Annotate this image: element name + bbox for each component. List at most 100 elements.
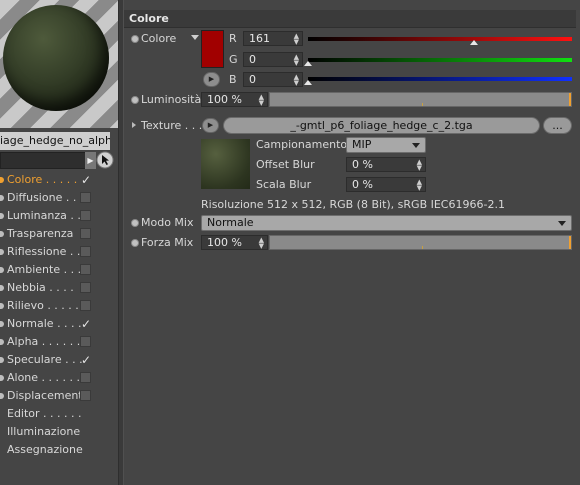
b-slider-knob[interactable] <box>304 80 312 85</box>
mix-mode-value: Normale <box>207 216 254 229</box>
sampling-value: MIP <box>352 138 372 151</box>
mix-mode-dropdown[interactable]: Normale <box>201 215 572 231</box>
channel-item[interactable]: Alpha . . . . . . <box>0 333 116 351</box>
play-arrow-icon[interactable]: ▶ <box>85 152 96 169</box>
mix-mode-keyframe-icon[interactable] <box>131 219 139 227</box>
scale-spinner-icon[interactable]: ▲ ▼ <box>417 179 422 192</box>
g-spinner-icon[interactable]: ▲ ▼ <box>294 54 299 67</box>
lum-input[interactable]: 100 % ▲ ▼ <box>201 92 268 107</box>
channel-checkbox[interactable] <box>80 300 91 311</box>
channel-label: Displacement <box>7 389 83 402</box>
channel-checkbox[interactable] <box>80 282 91 293</box>
channel-bullet-icon <box>0 375 4 381</box>
channel-item[interactable]: Colore . . . . . ✓ <box>0 171 116 189</box>
offset-blur-label: Offset Blur <box>256 158 315 171</box>
lum-label: Luminosità <box>141 93 202 106</box>
sampling-dropdown[interactable]: MIP <box>346 137 426 153</box>
channel-item[interactable]: Diffusione . . <box>0 189 116 207</box>
mix-strength-input[interactable]: 100 % ▲ ▼ <box>201 235 268 250</box>
chevron-down-icon <box>412 143 420 148</box>
color-play-button[interactable]: ▶ <box>203 72 220 87</box>
channel-checkbox[interactable]: ✓ <box>80 315 92 333</box>
texture-expand-icon[interactable] <box>132 122 136 128</box>
offset-blur-input[interactable]: 0 % ▲ ▼ <box>346 157 426 172</box>
mix-strength-spinner-icon[interactable]: ▲ ▼ <box>259 237 264 250</box>
channel-item[interactable]: Speculare . . . ✓ <box>0 351 116 369</box>
channel-bullet-icon <box>0 303 4 309</box>
color-swatch[interactable] <box>201 30 224 68</box>
channel-checkbox[interactable] <box>80 210 91 221</box>
channel-checkbox[interactable]: ✓ <box>80 171 92 189</box>
scale-blur-input[interactable]: 0 % ▲ ▼ <box>346 177 426 192</box>
g-value: 0 <box>249 53 256 66</box>
pick-cursor-icon[interactable] <box>96 151 114 169</box>
b-input[interactable]: 0 ▲ ▼ <box>243 72 303 87</box>
texture-browse-button[interactable]: ... <box>543 117 572 134</box>
r-slider[interactable] <box>308 37 572 41</box>
channel-bullet-icon <box>0 339 4 345</box>
channel-checkbox[interactable] <box>80 192 91 203</box>
panel-divider[interactable] <box>118 0 124 485</box>
channel-label: Speculare . . . <box>7 353 83 366</box>
b-slider[interactable] <box>308 77 572 81</box>
mix-strength-slider[interactable] <box>269 235 572 250</box>
g-input[interactable]: 0 ▲ ▼ <box>243 52 303 67</box>
channel-bullet-icon <box>0 267 4 273</box>
mix-strength-keyframe-icon[interactable] <box>131 239 139 247</box>
lum-value: 100 % <box>207 93 242 106</box>
channel-item[interactable]: Luminanza . . <box>0 207 116 225</box>
channel-checkbox[interactable] <box>80 228 91 239</box>
channel-item[interactable]: Displacement <box>0 387 116 405</box>
channel-item[interactable]: Ambiente . . . <box>0 261 116 279</box>
channel-item[interactable]: Normale . . . . ✓ <box>0 315 116 333</box>
lum-slider[interactable] <box>269 92 572 107</box>
mix-strength-value: 100 % <box>207 236 242 249</box>
lum-keyframe-icon[interactable] <box>131 96 139 104</box>
channel-item[interactable]: Trasparenza <box>0 225 116 243</box>
channel-checkbox[interactable]: ✓ <box>80 351 92 369</box>
material-name[interactable]: iage_hedge_no_alpha <box>0 132 110 150</box>
section-header: Colore <box>124 10 576 28</box>
r-label: R <box>229 32 237 45</box>
panel-menu-item[interactable]: Assegnazione <box>7 441 83 459</box>
texture-play-button[interactable]: ▶ <box>202 118 219 133</box>
color-expand-icon[interactable] <box>191 35 199 40</box>
g-slider-knob[interactable] <box>304 61 312 66</box>
channel-label: Luminanza . . <box>7 209 81 222</box>
channel-checkbox[interactable] <box>80 246 91 257</box>
scale-blur-label: Scala Blur <box>256 178 312 191</box>
channel-checkbox[interactable] <box>80 264 91 275</box>
channel-checkbox[interactable] <box>80 390 91 401</box>
r-input[interactable]: 161 ▲ ▼ <box>243 31 303 46</box>
g-slider[interactable] <box>308 58 572 62</box>
channel-bullet-icon <box>0 249 4 255</box>
channel-label: Trasparenza <box>7 227 74 240</box>
channel-checkbox[interactable] <box>80 372 91 383</box>
color-label: Colore <box>141 32 177 45</box>
channel-label: Rilievo . . . . . <box>7 299 79 312</box>
panel-menu-item[interactable]: Editor . . . . . . <box>7 405 82 423</box>
r-spinner-icon[interactable]: ▲ ▼ <box>294 33 299 46</box>
channel-item[interactable]: Riflessione . . <box>0 243 116 261</box>
panel-menu-item[interactable]: Illuminazione <box>7 423 80 441</box>
r-slider-knob[interactable] <box>470 40 479 45</box>
offset-spinner-icon[interactable]: ▲ ▼ <box>417 159 422 172</box>
channel-label: Normale . . . . <box>7 317 82 330</box>
channel-bullet-icon <box>0 285 4 291</box>
channel-bullet-icon <box>0 321 4 327</box>
channel-label: Alpha . . . . . . <box>7 335 81 348</box>
channel-label: Ambiente . . . <box>7 263 82 276</box>
g-label: G <box>229 53 238 66</box>
texture-file-button[interactable]: _-gmtl_p6_foliage_hedge_c_2.tga <box>223 117 540 134</box>
channel-item[interactable]: Alone . . . . . . <box>0 369 116 387</box>
channel-checkbox[interactable] <box>80 336 91 347</box>
channel-item[interactable]: Rilievo . . . . . <box>0 297 116 315</box>
channel-bullet-icon <box>0 213 4 219</box>
color-keyframe-icon[interactable] <box>131 35 139 43</box>
material-sphere <box>3 5 109 111</box>
b-spinner-icon[interactable]: ▲ ▼ <box>294 74 299 87</box>
channel-item[interactable]: Nebbia . . . . <box>0 279 116 297</box>
scale-blur-value: 0 % <box>352 178 373 191</box>
lum-spinner-icon[interactable]: ▲ ▼ <box>259 94 264 107</box>
material-field[interactable] <box>0 152 86 169</box>
